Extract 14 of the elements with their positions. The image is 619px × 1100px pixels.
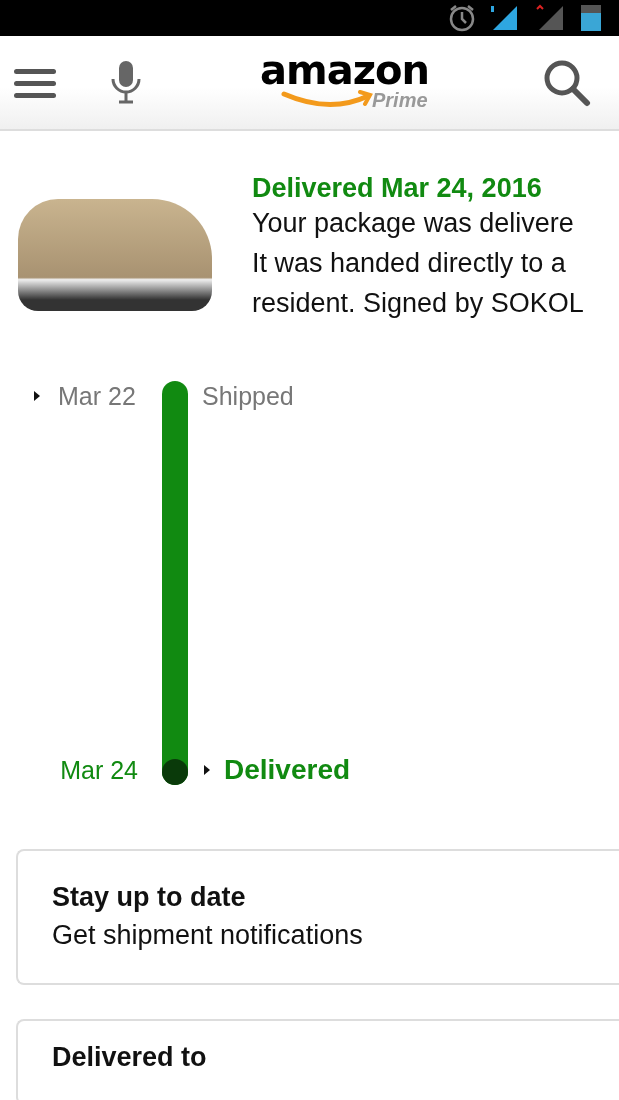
event-status[interactable]: Shipped [202,381,294,411]
card-title: Delivered to [52,1041,208,1074]
delivery-message: It was handed directly to a [252,247,567,280]
amazon-prime-logo[interactable]: amazon Prime [260,49,440,116]
delivery-status-title: Delivered Mar 24, 2016 [252,173,543,203]
event-status[interactable]: Delivered [224,754,351,786]
info-card[interactable]: Delivered to [16,1019,619,1100]
info-card[interactable]: Stay up to date Get shipment notifications [16,849,619,985]
delivery-message: Your package was delivere [252,207,575,240]
card-subtitle: Get shipment notifications [52,919,364,952]
event-date: Mar 24 [60,755,138,785]
event-date: Mar 22 [58,381,136,411]
delivery-message: resident. Signed by SOKOL [252,287,584,320]
card-title: Stay up to date [52,881,247,914]
